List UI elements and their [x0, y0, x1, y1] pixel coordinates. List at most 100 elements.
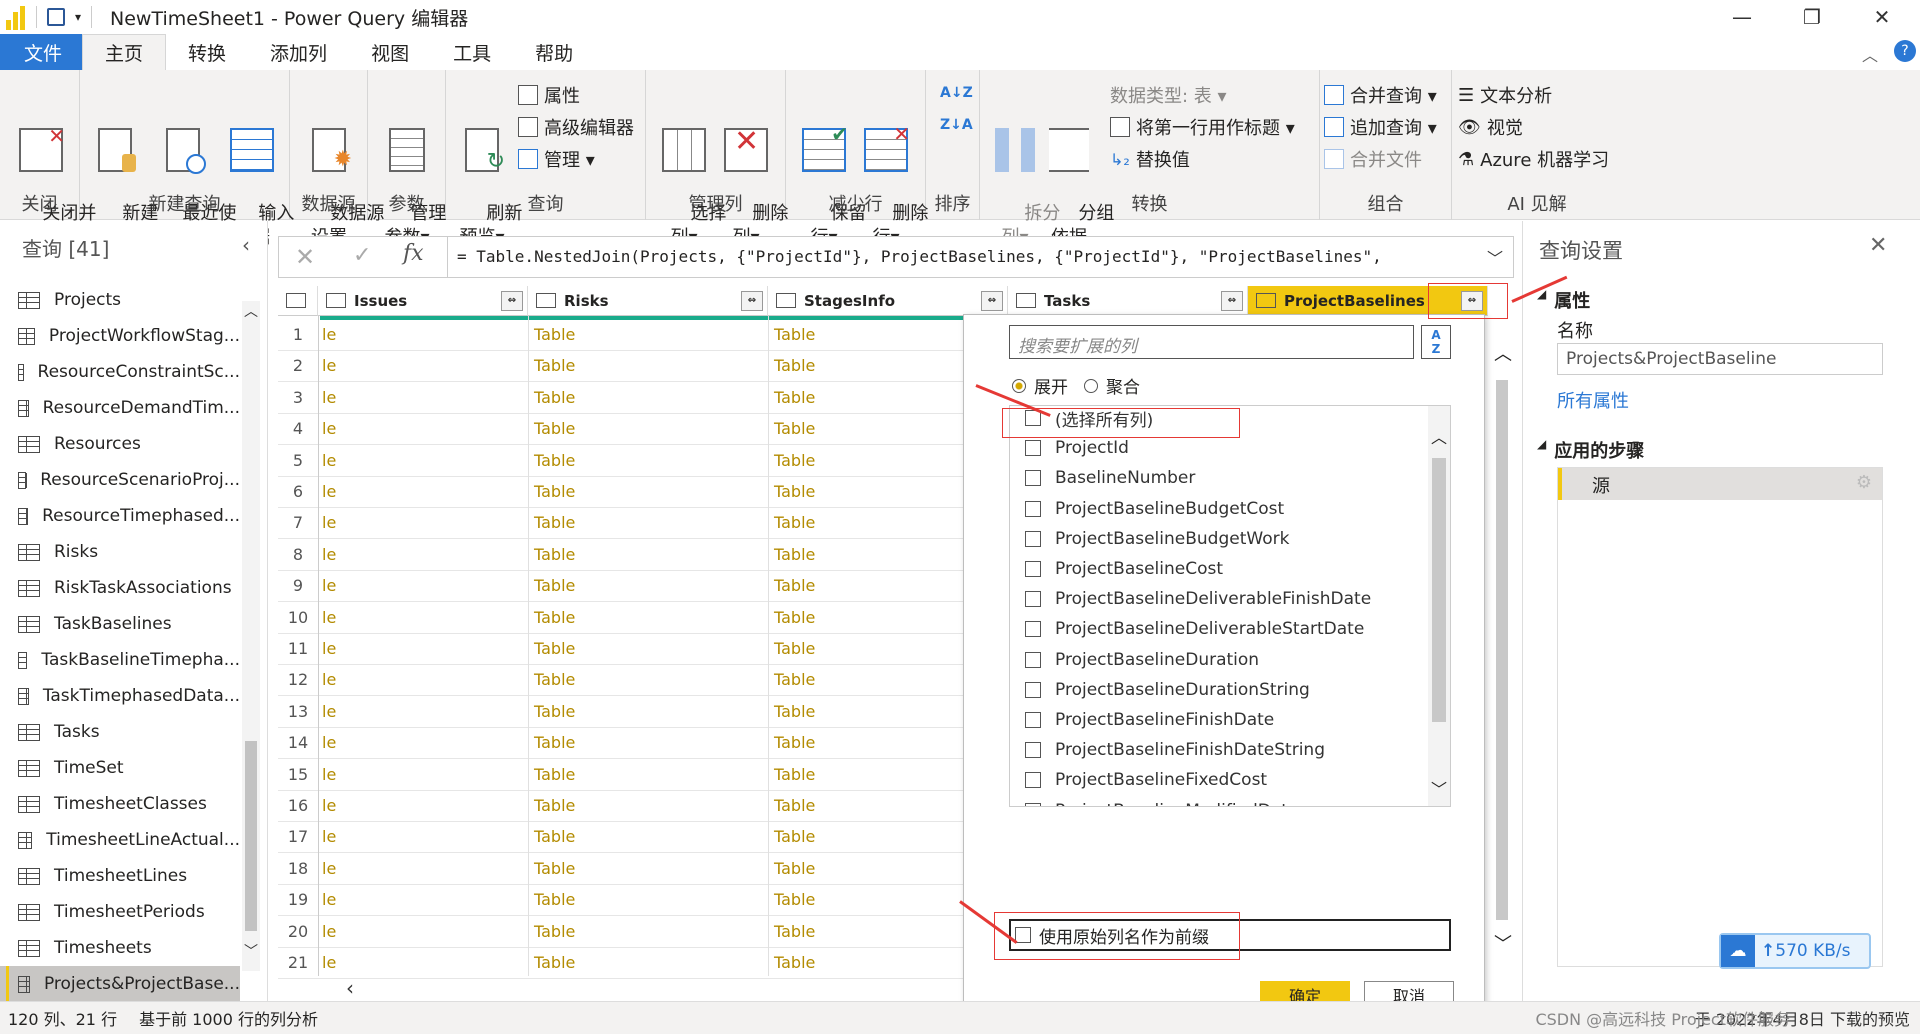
table-cell[interactable]: le: [322, 953, 336, 972]
table-cell[interactable]: Table: [774, 890, 815, 909]
query-item[interactable]: TaskTimephasedData...: [0, 678, 240, 714]
table-cell[interactable]: Table: [534, 482, 575, 501]
query-item[interactable]: ResourceConstraintSc...: [0, 354, 240, 390]
query-item[interactable]: Projects&ProjectBase...: [0, 966, 240, 1002]
table-cell[interactable]: Table: [774, 765, 815, 784]
vision-button[interactable]: 👁 视觉: [1458, 114, 1523, 140]
combine-files-button[interactable]: 合并文件: [1324, 146, 1422, 172]
table-cell[interactable]: le: [322, 733, 336, 752]
query-list-scrollbar[interactable]: ︿ ﹀: [242, 301, 260, 971]
grid-scroll-down-icon[interactable]: ﹀: [1494, 930, 1512, 956]
column-checkbox[interactable]: [1025, 500, 1041, 517]
grid-vertical-scrollbar[interactable]: ︿ ﹀: [1490, 340, 1514, 960]
grid-scroll-thumb[interactable]: [1496, 380, 1508, 920]
table-cell[interactable]: Table: [774, 953, 815, 972]
table-cell[interactable]: Table: [774, 513, 815, 532]
tab-view[interactable]: 视图: [349, 34, 431, 70]
query-item[interactable]: RiskTaskAssociations: [0, 570, 240, 606]
help-icon[interactable]: ?: [1894, 40, 1916, 62]
table-cell[interactable]: le: [322, 670, 336, 689]
table-cell[interactable]: Table: [774, 827, 815, 846]
table-cell[interactable]: Table: [774, 859, 815, 878]
column-header[interactable]: Issues ⇔: [318, 286, 528, 316]
table-cell[interactable]: Table: [534, 765, 575, 784]
step-settings-gear-icon[interactable]: ⚙: [1856, 472, 1872, 493]
table-cell[interactable]: Table: [534, 451, 575, 470]
properties-button[interactable]: 属性: [518, 82, 580, 108]
quick-access-dropdown-icon[interactable]: ▾: [75, 10, 81, 24]
query-item[interactable]: Risks: [0, 534, 240, 570]
table-cell[interactable]: Table: [534, 388, 575, 407]
table-cell[interactable]: le: [322, 513, 336, 532]
table-cell[interactable]: Table: [774, 608, 815, 627]
table-cell[interactable]: Table: [774, 451, 815, 470]
sort-descending-icon[interactable]: Z↓A: [940, 112, 973, 138]
tab-transform[interactable]: 转换: [166, 34, 248, 70]
table-cell[interactable]: Table: [534, 953, 575, 972]
column-option[interactable]: ProjectBaselineFinishDateString: [1025, 738, 1325, 762]
scroll-down-icon[interactable]: ﹀: [244, 941, 258, 961]
expand-column-icon[interactable]: ⇔: [741, 291, 763, 311]
close-window-button[interactable]: ✕: [1852, 0, 1912, 34]
table-menu-button[interactable]: [278, 286, 318, 316]
table-cell[interactable]: Table: [534, 513, 575, 532]
expand-column-icon[interactable]: ⇔: [981, 291, 1003, 311]
column-option[interactable]: BaselineNumber: [1025, 466, 1195, 490]
table-cell[interactable]: le: [322, 639, 336, 658]
query-item[interactable]: TimesheetPeriods: [0, 894, 240, 930]
table-cell[interactable]: le: [322, 827, 336, 846]
query-item[interactable]: ResourceDemandTim...: [0, 390, 240, 426]
table-cell[interactable]: Table: [534, 576, 575, 595]
column-option[interactable]: ProjectBaselineCost: [1025, 557, 1223, 581]
fx-icon[interactable]: fx: [403, 241, 424, 266]
table-cell[interactable]: le: [322, 608, 336, 627]
table-cell[interactable]: le: [322, 388, 336, 407]
table-cell[interactable]: le: [322, 576, 336, 595]
append-queries-button[interactable]: 追加查询 ▾: [1324, 114, 1437, 140]
expand-search-input[interactable]: 搜索要扩展的列: [1009, 325, 1414, 359]
commit-formula-icon[interactable]: ✓: [353, 243, 371, 268]
column-option[interactable]: ProjectBaselineFinishDate: [1025, 708, 1274, 732]
query-item[interactable]: ProjectWorkflowStag...: [0, 318, 240, 354]
checklist-scroll-thumb[interactable]: [1432, 458, 1446, 722]
table-cell[interactable]: Table: [534, 608, 575, 627]
tab-tools[interactable]: 工具: [431, 34, 513, 70]
table-cell[interactable]: Table: [534, 702, 575, 721]
table-cell[interactable]: Table: [534, 670, 575, 689]
azure-ml-button[interactable]: ⚗ Azure 机器学习: [1458, 146, 1609, 172]
table-cell[interactable]: le: [322, 702, 336, 721]
horizontal-scroll-left-icon[interactable]: ‹: [346, 976, 354, 1000]
table-cell[interactable]: Table: [774, 639, 815, 658]
expand-column-icon[interactable]: ⇔: [501, 291, 523, 311]
close-settings-icon[interactable]: ✕: [1869, 233, 1887, 258]
column-checkbox[interactable]: [1025, 591, 1041, 608]
table-cell[interactable]: le: [322, 419, 336, 438]
table-cell[interactable]: le: [322, 451, 336, 470]
formula-text[interactable]: = Table.NestedJoin(Projects, {"ProjectId…: [457, 247, 1467, 266]
sort-columns-button[interactable]: AZ: [1421, 325, 1451, 359]
checklist-scrollbar[interactable]: ︿ ﹀: [1428, 406, 1450, 806]
tab-file[interactable]: 文件: [0, 34, 83, 70]
column-checkbox[interactable]: [1025, 440, 1041, 457]
table-cell[interactable]: Table: [774, 325, 815, 344]
column-checkbox[interactable]: [1025, 561, 1041, 577]
column-header[interactable]: StagesInfo ⇔: [768, 286, 1008, 316]
collapse-ribbon-icon[interactable]: ︿: [1862, 42, 1878, 66]
column-checkbox[interactable]: [1025, 742, 1041, 759]
query-item[interactable]: TimesheetLines: [0, 858, 240, 894]
expand-formula-icon[interactable]: ﹀: [1487, 245, 1503, 269]
scroll-thumb[interactable]: [245, 741, 257, 931]
table-cell[interactable]: Table: [534, 639, 575, 658]
tab-add-column[interactable]: 添加列: [248, 34, 349, 70]
column-option[interactable]: ProjectBaselineDurationString: [1025, 678, 1310, 702]
column-header[interactable]: Risks ⇔: [528, 286, 768, 316]
replace-values-button[interactable]: ↳₂ 替换值: [1110, 146, 1190, 172]
table-cell[interactable]: Table: [774, 356, 815, 375]
table-cell[interactable]: Table: [534, 796, 575, 815]
column-option[interactable]: ProjectBaselineFixedCost: [1025, 768, 1267, 792]
table-cell[interactable]: Table: [534, 419, 575, 438]
table-cell[interactable]: Table: [774, 576, 815, 595]
table-cell[interactable]: Table: [534, 890, 575, 909]
table-cell[interactable]: Table: [534, 922, 575, 941]
all-properties-link[interactable]: 所有属性: [1557, 387, 1629, 413]
